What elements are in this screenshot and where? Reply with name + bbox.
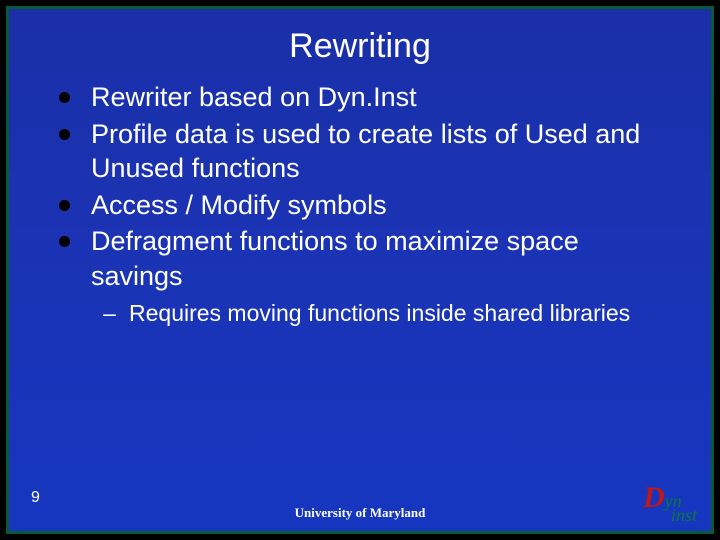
bullet-item: Rewriter based on Dyn.Inst <box>45 80 675 115</box>
bullet-item: Access / Modify symbols <box>45 188 675 223</box>
logo-d: D <box>643 481 665 514</box>
footer-text: University of Maryland <box>9 505 711 521</box>
dyninst-logo: Dyn inst <box>643 484 697 523</box>
slide-frame: Rewriting Rewriter based on Dyn.Inst Pro… <box>6 6 714 534</box>
slide-outer: Rewriting Rewriter based on Dyn.Inst Pro… <box>0 0 720 540</box>
slide-content: Rewriter based on Dyn.Inst Profile data … <box>9 76 711 329</box>
sub-bullet-list: Requires moving functions inside shared … <box>45 299 675 328</box>
bullet-list: Rewriter based on Dyn.Inst Profile data … <box>45 80 675 293</box>
sub-bullet-item: Requires moving functions inside shared … <box>45 299 675 328</box>
bullet-item: Profile data is used to create lists of … <box>45 117 675 186</box>
bullet-item: Defragment functions to maximize space s… <box>45 224 675 293</box>
slide-title: Rewriting <box>9 9 711 76</box>
logo-inst: inst <box>671 507 697 523</box>
